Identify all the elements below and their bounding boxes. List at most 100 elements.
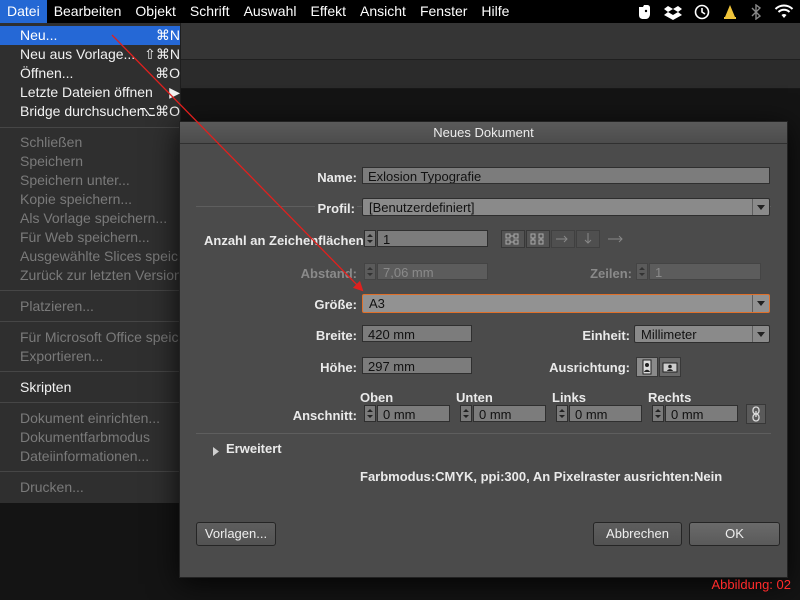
- profil-label: Profil:: [315, 201, 357, 216]
- menu-item-shortcut: ⌘N: [155, 27, 180, 43]
- menu-item-label: Öffnen...: [20, 65, 74, 81]
- menu-item-dokument-einrichten: Dokument einrichten...: [20, 410, 161, 426]
- arrange-by-column-icon[interactable]: [576, 230, 600, 248]
- name-input[interactable]: Exlosion Typografie: [362, 167, 770, 184]
- bleed-top-label: Oben: [360, 390, 394, 405]
- profile-group: [196, 206, 771, 567]
- dialog-title: Neues Dokument: [180, 122, 787, 144]
- menu-item-shortcut: ⇧⌘N: [144, 46, 180, 62]
- divider: [196, 433, 771, 434]
- bleed-bottom-label: Unten: [456, 390, 493, 405]
- abstand-input[interactable]: 7,06 mm: [377, 263, 488, 280]
- zeilen-stepper[interactable]: [636, 263, 648, 280]
- einheit-label: Einheit:: [582, 328, 630, 343]
- bleed-bottom-stepper[interactable]: [460, 405, 472, 422]
- bleed-right-stepper[interactable]: [652, 405, 664, 422]
- evernote-icon[interactable]: [636, 4, 652, 20]
- menu-item-dokumentfarbmodus: Dokumentfarbmodus: [20, 429, 150, 445]
- menu-item-exportieren: Exportieren...: [20, 348, 104, 364]
- bleed-bottom-input[interactable]: 0 mm: [473, 405, 546, 422]
- bleed-right-input[interactable]: 0 mm: [665, 405, 738, 422]
- profil-value: [Benutzerdefiniert]: [369, 200, 475, 215]
- profil-select[interactable]: [Benutzerdefiniert]: [362, 198, 770, 216]
- bleed-right-label: Rechts: [648, 390, 692, 405]
- breite-input[interactable]: 420 mm: [362, 325, 472, 342]
- vorlagen-button[interactable]: Vorlagen...: [196, 522, 276, 546]
- abstand-stepper[interactable]: [364, 263, 376, 280]
- menu-item-neu-aus-vorlage[interactable]: Neu aus Vorlage... ⇧⌘N: [0, 45, 180, 64]
- anschnitt-label: Anschnitt:: [292, 408, 357, 423]
- bleed-left-input[interactable]: 0 mm: [569, 405, 642, 422]
- portrait-orientation-icon[interactable]: [636, 357, 658, 377]
- grid-by-row-icon[interactable]: [501, 230, 525, 248]
- artboards-input[interactable]: 1: [377, 230, 488, 247]
- menu-item-fuer-web: Für Web speichern...: [20, 229, 150, 245]
- landscape-orientation-icon[interactable]: [659, 357, 681, 377]
- chevron-down-icon: [752, 326, 769, 342]
- submenu-arrow-icon: ▶: [169, 84, 180, 100]
- menu-item-shortcut: ⌘O: [155, 65, 180, 81]
- menu-ansicht[interactable]: Ansicht: [353, 0, 413, 23]
- menu-item-skripten[interactable]: Skripten: [0, 378, 180, 397]
- status-icons: [636, 0, 794, 23]
- groesse-select[interactable]: A3: [362, 294, 770, 313]
- datei-menu: Neu... ⌘N Neu aus Vorlage... ⇧⌘N Öffnen.…: [0, 23, 181, 503]
- zeilen-label: Zeilen:: [590, 266, 632, 281]
- artboards-label: Anzahl an Zeichenflächen:: [204, 233, 368, 248]
- menu-item-kopie-speichern: Kopie speichern...: [20, 191, 133, 207]
- einheit-select[interactable]: Millimeter: [634, 325, 770, 343]
- erweitert-toggle[interactable]: Erweitert: [226, 441, 282, 456]
- dropbox-icon[interactable]: [664, 4, 682, 20]
- bleed-top-input[interactable]: 0 mm: [377, 405, 450, 422]
- menu-objekt[interactable]: Objekt: [128, 0, 182, 23]
- einheit-value: Millimeter: [641, 327, 697, 342]
- menu-item-zurueck: Zurück zur letzten Version: [20, 267, 180, 283]
- menu-separator: [0, 471, 180, 472]
- menu-schrift[interactable]: Schrift: [183, 0, 237, 23]
- abbrechen-button[interactable]: Abbrechen: [593, 522, 682, 546]
- menu-item-dateiinformationen: Dateiinformationen...: [20, 448, 150, 464]
- breite-label: Breite:: [315, 328, 357, 343]
- menu-fenster[interactable]: Fenster: [413, 0, 474, 23]
- menu-hilfe[interactable]: Hilfe: [474, 0, 516, 23]
- menu-item-schliessen: Schließen: [20, 134, 83, 150]
- menu-item-label: Neu aus Vorlage...: [20, 46, 136, 62]
- menu-item-als-vorlage: Als Vorlage speichern...: [20, 210, 168, 226]
- groesse-label: Größe:: [314, 297, 357, 312]
- timemachine-icon[interactable]: [694, 4, 710, 20]
- ok-button[interactable]: OK: [689, 522, 780, 546]
- bluetooth-icon[interactable]: [750, 3, 762, 20]
- chevron-down-icon: [752, 199, 769, 215]
- menu-item-bridge[interactable]: Bridge durchsuchen... ⌥⌘O: [0, 102, 180, 121]
- grid-by-column-icon[interactable]: [526, 230, 550, 248]
- menu-datei[interactable]: Datei: [0, 0, 47, 23]
- wifi-icon[interactable]: [774, 4, 794, 20]
- menu-item-drucken: Drucken...: [20, 479, 84, 495]
- link-bleed-icon[interactable]: [746, 404, 766, 424]
- menu-bearbeiten[interactable]: Bearbeiten: [47, 0, 129, 23]
- zeilen-input[interactable]: 1: [649, 263, 761, 280]
- menu-item-neu[interactable]: Neu... ⌘N: [0, 26, 180, 45]
- menu-item-platzieren: Platzieren...: [20, 298, 94, 314]
- menu-item-speichern-unter: Speichern unter...: [20, 172, 130, 188]
- layout-direction-icon[interactable]: [604, 230, 628, 248]
- name-label: Name:: [317, 170, 357, 185]
- menu-item-ms-office: Für Microsoft Office speichern...: [20, 329, 180, 345]
- bleed-left-label: Links: [552, 390, 586, 405]
- arrange-by-row-icon[interactable]: [551, 230, 575, 248]
- menu-effekt[interactable]: Effekt: [303, 0, 353, 23]
- menu-item-speichern: Speichern: [20, 153, 84, 169]
- menu-auswahl[interactable]: Auswahl: [237, 0, 304, 23]
- artboards-stepper[interactable]: [364, 230, 376, 247]
- expand-triangle-icon[interactable]: [213, 443, 219, 461]
- bleed-top-stepper[interactable]: [364, 405, 376, 422]
- vlc-icon[interactable]: [722, 4, 738, 20]
- menu-separator: [0, 371, 180, 372]
- bleed-left-stepper[interactable]: [556, 405, 568, 422]
- menu-item-oeffnen[interactable]: Öffnen... ⌘O: [0, 64, 180, 83]
- menu-item-letzte-dateien[interactable]: Letzte Dateien öffnen ▶: [0, 83, 180, 102]
- menu-separator: [0, 402, 180, 403]
- new-document-dialog: Neues Dokument Name: Exlosion Typografie…: [179, 121, 788, 578]
- groesse-value: A3: [369, 296, 385, 311]
- hoehe-input[interactable]: 297 mm: [362, 357, 472, 374]
